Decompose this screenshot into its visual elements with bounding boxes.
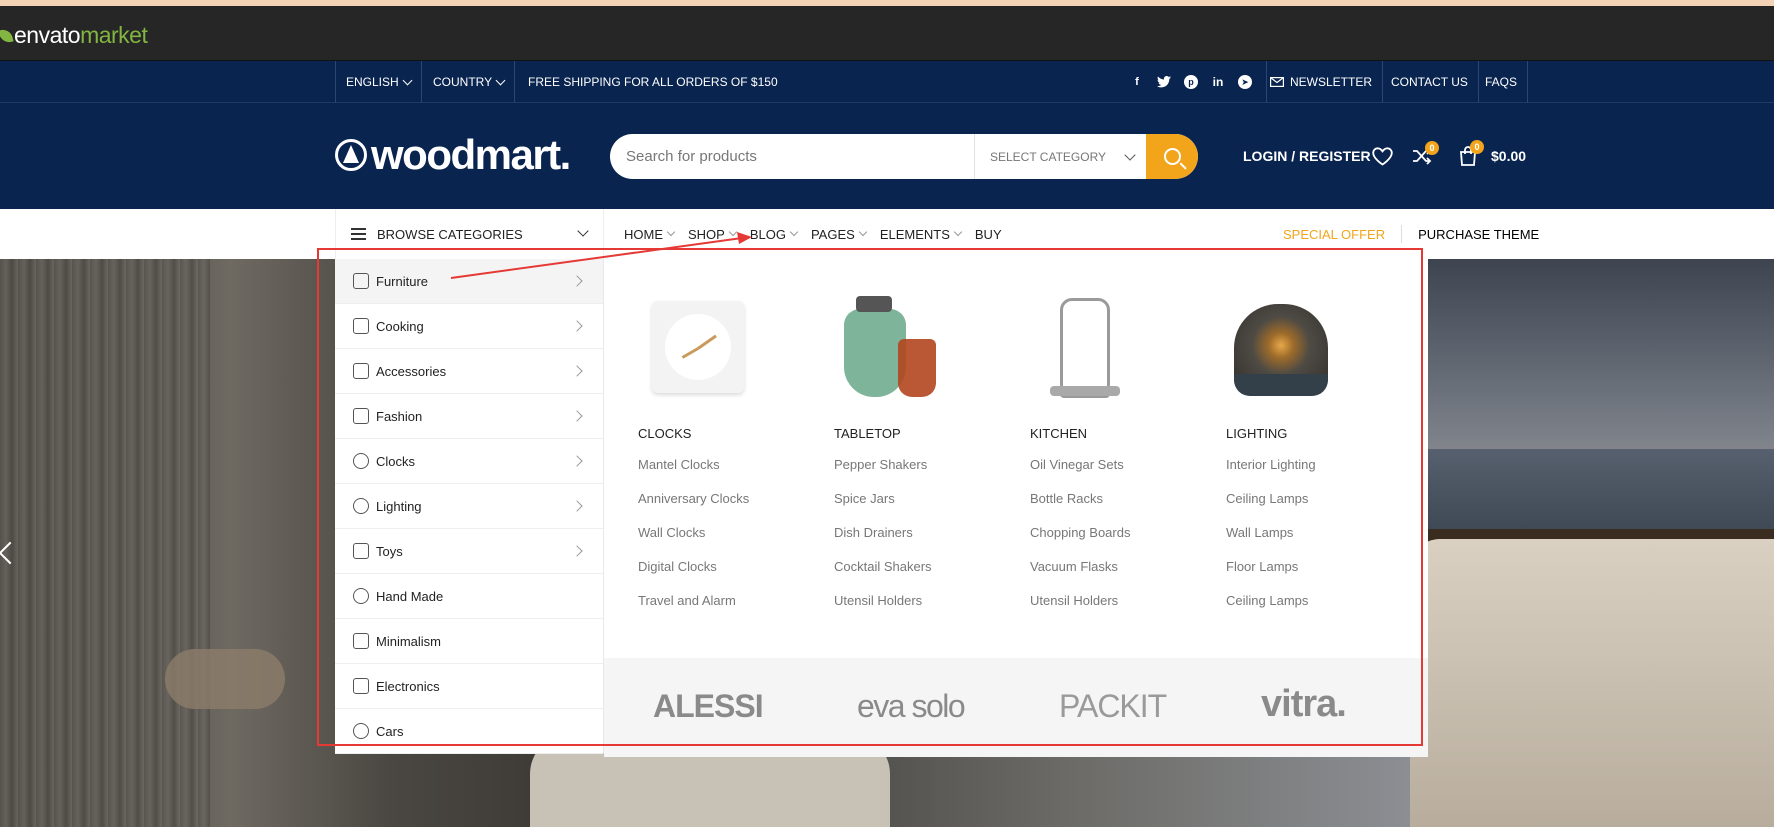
annotation-arrow-icon	[450, 232, 752, 279]
